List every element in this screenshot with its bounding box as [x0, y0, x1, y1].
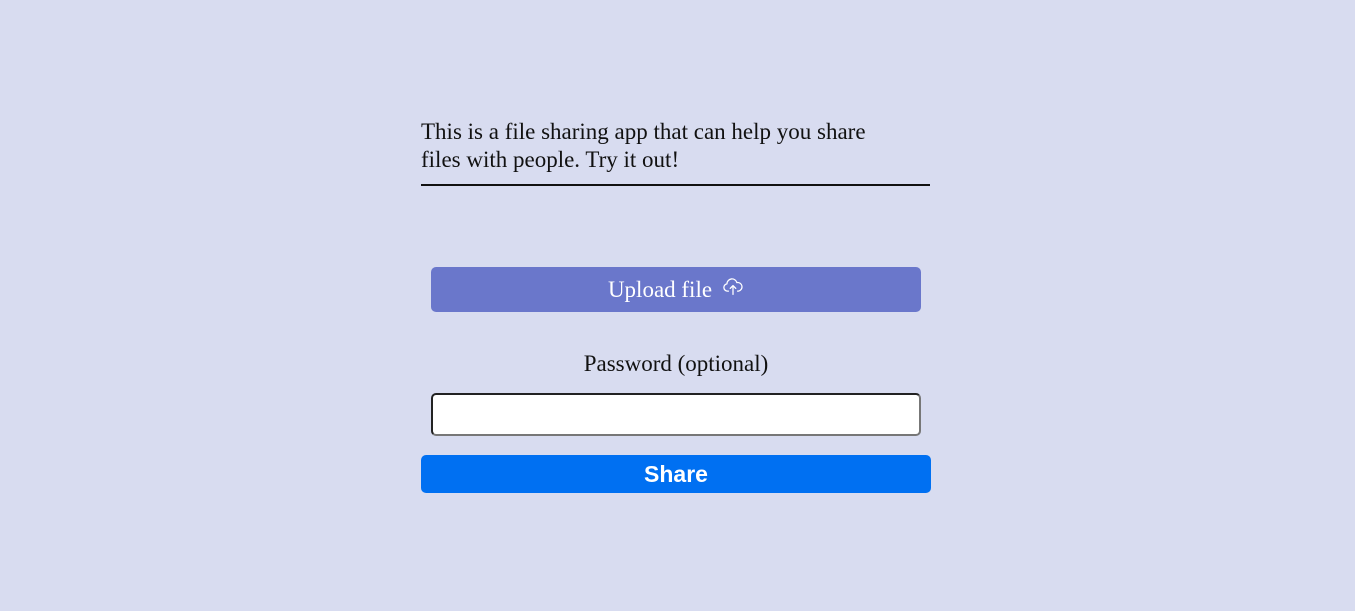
- password-input[interactable]: [431, 393, 921, 436]
- file-sharing-page: This is a file sharing app that can help…: [0, 0, 1355, 611]
- upload-file-button[interactable]: Upload file: [431, 267, 921, 312]
- intro-text: This is a file sharing app that can help…: [421, 119, 866, 172]
- password-label: Password (optional): [583, 351, 769, 376]
- share-button[interactable]: Share: [421, 455, 931, 493]
- cloud-upload-icon: [722, 276, 744, 298]
- intro-section: This is a file sharing app that can help…: [421, 118, 930, 186]
- upload-file-label: Upload file: [607, 277, 713, 302]
